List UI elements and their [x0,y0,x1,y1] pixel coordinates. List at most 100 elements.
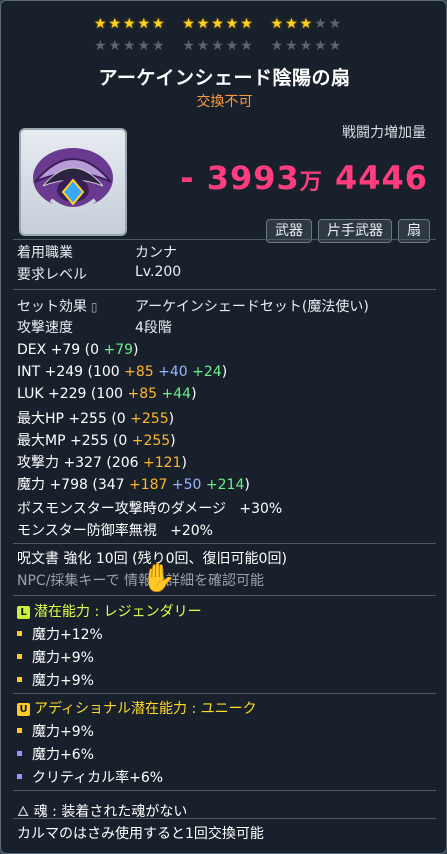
star-row: ★ ★ ★ ★ ★ ★ ★ ★ ★ ★ ★ ★ ★ ★ ★ [93,35,358,57]
ignore-defense-row: モンスター防御率無視 +20% [17,523,213,539]
star-icon: ★ [137,38,151,54]
stat-bonus: +24 [187,364,222,380]
star-group: ★ ★ ★ ★ ★ [181,17,269,31]
divider [13,818,436,819]
soul-row: 🜂 魂 : 装着された魂がない [17,804,188,820]
star-icon: ★ [108,16,122,32]
stat-total: +79 [50,342,85,358]
star-icon: ★ [328,38,342,54]
item-icon-box [19,128,127,236]
star-icon: ★ [151,16,165,32]
bullet-icon [17,728,22,733]
star-icon: ★ [211,16,224,32]
stat-bonus: +214 [201,477,245,493]
stat-total: +249 [44,364,88,380]
divider [13,239,436,240]
star-force: ★ ★ ★ ★ ★ ★ ★ ★ ★ ★ ★ ★ ★ ★ ★ ★ ★ ★ ★ ★ ★ ★ ★ ★ ★ ★ ★ ★ ★ ★ [93,13,358,57]
potential-line: 魔力+9% [17,670,94,690]
star-icon: ★ [182,38,195,54]
bullet-icon [17,654,22,659]
star-icon: ★ [240,16,253,32]
star-icon: ★ [285,38,298,54]
stat-row: 最大MP +255 (0 +255) [17,430,176,450]
stat-row: LUK +229 (100 +85 +44) [17,386,197,402]
power-value-minor: 4446 [322,159,428,197]
stat-base: (0 [112,433,132,449]
star-icon: ★ [108,38,122,54]
stat-total: +255 [68,411,112,427]
star-icon: ★ [93,38,107,54]
stat-label: DEX [17,342,51,358]
stat-bonus: +255 [130,411,169,427]
stat-base: (0 [111,411,131,427]
karma-info: カルマのはさみ使用すると1回交換可能 [17,826,264,842]
stat-total: +798 [49,477,93,493]
stat-total: +327 [63,455,107,471]
stat-row: DEX +79 (0 +79) [17,342,139,358]
stat-bonus: +121 [143,455,182,471]
power-label: 戦闘力増加量 [342,125,426,141]
star-icon: ★ [240,38,253,54]
set-row: セット効果 ▯ アーケインシェードセット(魔法使い) [17,296,369,316]
star-icon: ★ [151,38,165,54]
stat-base: (347 [92,477,129,493]
stat-label: 攻撃力 [17,455,64,471]
item-tooltip: ★ ★ ★ ★ ★ ★ ★ ★ ★ ★ ★ ★ ★ ★ ★ ★ ★ ★ ★ ★ ★ ★ ★ ★ ★ ★ ★ ★ ★ ★ アーケインシェード… [0,0,447,854]
attack-speed-label: 攻撃速度 [17,320,73,336]
additional-potential-title: U アディショナル潜在能力 : ユニーク [17,698,257,718]
bullet-icon [17,751,22,756]
star-group: ★ ★ ★ ★ ★ [93,17,181,31]
level-label: 要求レベル [17,267,87,283]
stat-bonus: +79 [103,342,134,358]
stat-bonus: +50 [167,477,202,493]
star-icon: ★ [137,16,151,32]
star-icon: ★ [122,38,136,54]
stat-close: ) [244,477,250,493]
item-name: アーケインシェード陰陽の扇 [98,67,351,89]
level-value: Lv.200 [135,264,182,280]
power-change: - 3993万 4446 [180,159,428,197]
star-icon: ★ [314,38,327,54]
power-unit: 万 [299,170,323,195]
star-row: ★ ★ ★ ★ ★ ★ ★ ★ ★ ★ ★ ★ ★ ★ ★ [93,13,358,35]
stat-label: 最大HP [17,411,69,427]
additional-line: 魔力+6% [17,744,94,764]
stat-row: INT +249 (100 +85 +40 +24) [17,364,227,380]
stat-row: 攻撃力 +327 (206 +121) [17,452,187,472]
lock-icon: ▯ [87,300,98,314]
star-icon: ★ [93,16,107,32]
stat-close: ) [191,386,197,402]
bullet-icon [17,631,22,636]
stat-base: (0 [84,342,104,358]
stat-bonus: +187 [129,477,168,493]
potential-title: L 潜在能力 : レジェンダリー [17,601,202,621]
stat-row: 魔力 +798 (347 +187 +50 +214) [17,474,250,494]
stat-bonus: +85 [127,386,158,402]
star-icon: ★ [299,38,313,54]
star-icon: ★ [270,16,284,32]
stat-bonus: +44 [157,386,192,402]
star-icon: ★ [299,16,313,32]
stat-close: ) [168,411,175,427]
star-icon: ★ [270,38,284,54]
bullet-icon [17,774,22,779]
star-group: ★ ★ ★ ★ ★ [93,39,181,53]
unique-badge-icon: U [17,703,30,716]
star-icon: ★ [182,16,195,32]
level-row: 要求レベル Lv.200 [17,264,181,284]
job-label: 着用職業 [17,245,73,261]
star-icon: ★ [328,16,342,32]
stat-base: (100 [90,386,128,402]
star-icon: ★ [211,38,224,54]
star-icon: ★ [225,16,239,32]
star-icon: ★ [122,16,136,32]
divider [13,595,436,596]
stat-label: INT [17,364,45,380]
divider [13,790,436,791]
boss-damage-row: ボスモンスター攻撃時のダメージ +30% [17,501,283,517]
attack-speed-value: 4段階 [135,320,172,336]
stat-base: (206 [106,455,143,471]
stat-label: LUK [17,386,48,402]
divider [13,543,436,544]
set-value: アーケインシェードセット(魔法使い) [135,299,369,315]
